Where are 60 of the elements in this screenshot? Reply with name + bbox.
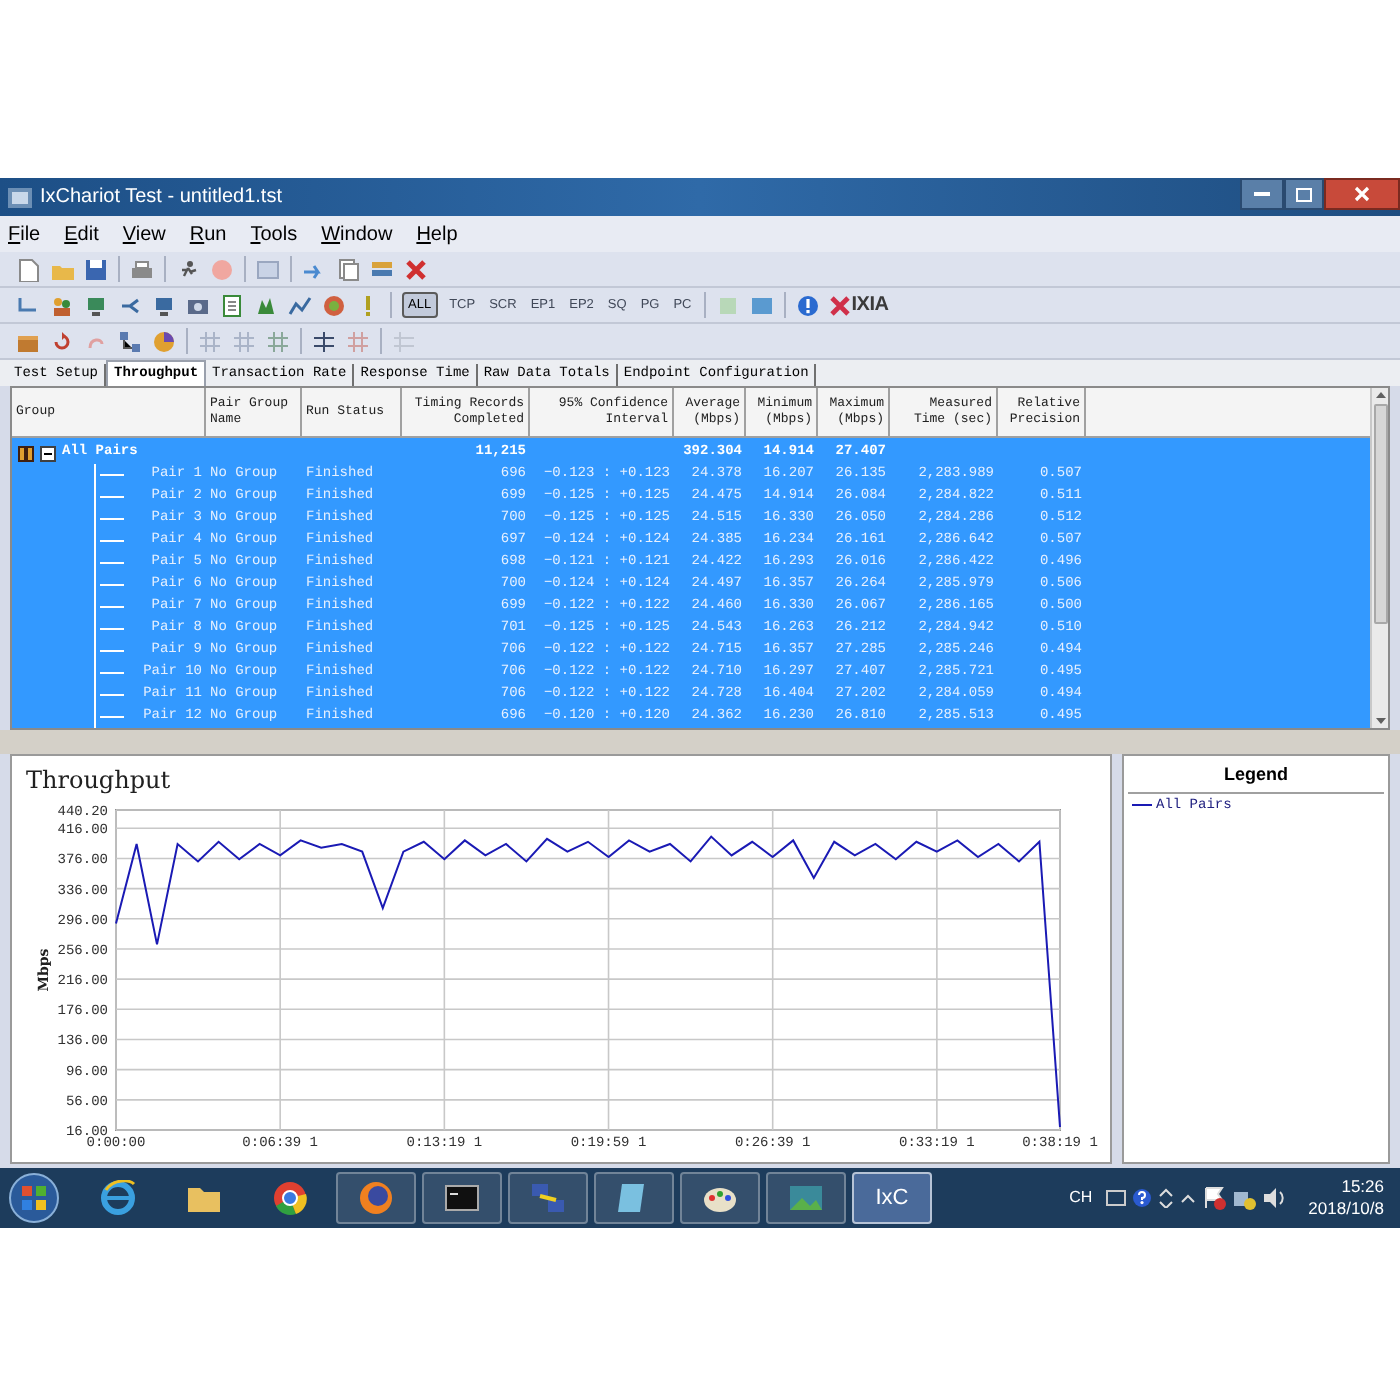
pie-icon[interactable]	[152, 329, 176, 353]
close-button[interactable]	[1324, 178, 1400, 210]
menu-item[interactable]: File	[8, 219, 41, 249]
picture-viewer-icon[interactable]	[788, 1180, 824, 1216]
firefox-icon[interactable]	[358, 1180, 394, 1216]
network-icon[interactable]	[118, 329, 142, 353]
browser-e-icon[interactable]	[100, 1180, 136, 1216]
notepad-icon[interactable]	[220, 293, 244, 317]
connector-icon[interactable]	[16, 293, 40, 317]
pair-group-icon	[18, 445, 34, 461]
minimize-button[interactable]	[1240, 178, 1284, 210]
window-title: IxChariot Test - untitled1.tst	[40, 184, 282, 212]
down-arrow-icon[interactable]	[1373, 716, 1387, 728]
clock-date[interactable]: 2018/10/8	[1308, 1198, 1384, 1220]
maximize-icon	[1296, 187, 1312, 201]
refresh-icon[interactable]	[50, 329, 74, 353]
menu-item[interactable]: Tools	[250, 219, 298, 249]
taskbar-app-button[interactable]: IxC	[852, 1172, 932, 1224]
keyboard-icon[interactable]	[1106, 1190, 1127, 1206]
arrows-icon[interactable]	[1158, 1188, 1175, 1208]
monitor-icon[interactable]	[84, 293, 108, 317]
info-icon[interactable]	[795, 293, 820, 317]
menu-item[interactable]: Run	[189, 219, 227, 249]
flag-icon[interactable]	[1202, 1186, 1227, 1210]
language-indicator[interactable]: CH	[1069, 1186, 1093, 1210]
help-icon[interactable]	[1132, 1188, 1153, 1208]
menu-item[interactable]: Edit	[64, 219, 99, 249]
start-button[interactable]	[8, 1172, 60, 1224]
stack-icon[interactable]	[370, 257, 394, 281]
chart-icon[interactable]	[288, 293, 312, 317]
columns-icon[interactable]	[312, 329, 336, 353]
branch-icon[interactable]	[118, 293, 142, 317]
close-icon	[1354, 186, 1370, 202]
logo-text: IXIA	[851, 292, 889, 320]
up-arrow-icon[interactable]	[1373, 388, 1387, 400]
chart-title: Throughput	[24, 764, 173, 798]
menu-item[interactable]: View	[122, 219, 166, 249]
network-computer-icon[interactable]	[530, 1180, 566, 1216]
maximize-button[interactable]	[1284, 178, 1324, 210]
copy-icon[interactable]	[336, 257, 360, 281]
running-figure-icon[interactable]	[176, 257, 200, 281]
x-mark-icon	[829, 295, 850, 315]
app-icon	[8, 187, 32, 207]
chevron-up-icon[interactable]	[1180, 1192, 1197, 1204]
chrome-icon[interactable]	[272, 1180, 308, 1216]
terminal-icon[interactable]	[444, 1180, 480, 1216]
clock-time[interactable]: 15:26	[1341, 1176, 1384, 1198]
printer-icon[interactable]	[130, 257, 154, 281]
new-document-icon[interactable]	[16, 257, 40, 281]
collapse-icon[interactable]	[40, 445, 56, 461]
window-icon[interactable]	[749, 293, 774, 317]
globe-icon[interactable]	[322, 293, 346, 317]
delete-icon[interactable]	[404, 257, 428, 281]
menu-item[interactable]: Help	[416, 219, 458, 249]
monitor-icon[interactable]	[152, 293, 176, 317]
speaker-icon[interactable]	[1262, 1186, 1287, 1210]
people-icon[interactable]	[50, 293, 74, 317]
network-icon[interactable]	[1232, 1186, 1257, 1210]
menu-item[interactable]: Window	[321, 219, 393, 249]
legend-title: Legend	[1221, 762, 1290, 788]
